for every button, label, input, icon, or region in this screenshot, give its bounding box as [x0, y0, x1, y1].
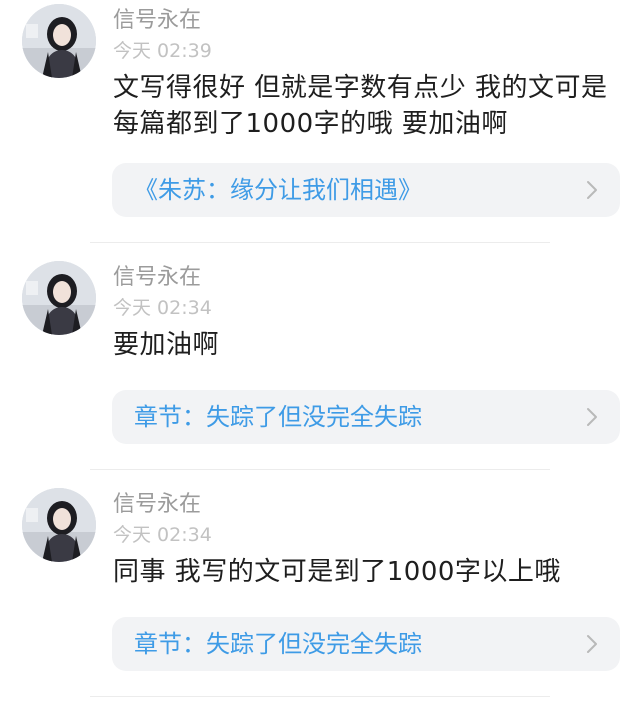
- comment-item: 信号永在 今天 02:34 要加油啊 章节：失踪了但没完全失踪: [0, 257, 640, 484]
- referenced-chapter-card[interactable]: 章节：失踪了但没完全失踪: [112, 390, 620, 444]
- comment-text: 同事 我写的文可是到了1000字以上哦: [113, 557, 561, 587]
- comment-text: 文写得很好 但就是字数有点少 我的文可是每篇都到了1000字的哦 要加油啊: [113, 73, 608, 139]
- timestamp: 今天 02:34: [113, 524, 212, 546]
- divider: [90, 696, 550, 697]
- comment-item: 信号永在 今天 02:39 文写得很好 但就是字数有点少 我的文可是每篇都到了1…: [0, 0, 640, 257]
- referenced-work-title: 《朱苏：缘分让我们相遇》: [134, 176, 422, 204]
- avatar[interactable]: [22, 488, 96, 562]
- chevron-right-icon: [587, 635, 597, 653]
- comment-text: 要加油啊: [113, 330, 220, 360]
- divider: [90, 469, 550, 470]
- comment-item: 信号永在 今天 02:34 同事 我写的文可是到了1000字以上哦 章节：失踪了…: [0, 484, 640, 711]
- timestamp: 今天 02:39: [113, 40, 212, 62]
- referenced-work-card[interactable]: 《朱苏：缘分让我们相遇》: [112, 163, 620, 217]
- referenced-chapter-card[interactable]: 章节：失踪了但没完全失踪: [112, 617, 620, 671]
- avatar[interactable]: [22, 4, 96, 78]
- referenced-chapter-title: 章节：失踪了但没完全失踪: [134, 630, 422, 658]
- comment-feed: 信号永在 今天 02:39 文写得很好 但就是字数有点少 我的文可是每篇都到了1…: [0, 0, 640, 711]
- username[interactable]: 信号永在: [113, 490, 620, 520]
- chevron-right-icon: [587, 181, 597, 199]
- divider: [90, 242, 550, 243]
- username[interactable]: 信号永在: [113, 263, 620, 293]
- timestamp: 今天 02:34: [113, 297, 212, 319]
- avatar[interactable]: [22, 261, 96, 335]
- username[interactable]: 信号永在: [113, 6, 620, 36]
- referenced-chapter-title: 章节：失踪了但没完全失踪: [134, 403, 422, 431]
- chevron-right-icon: [587, 408, 597, 426]
